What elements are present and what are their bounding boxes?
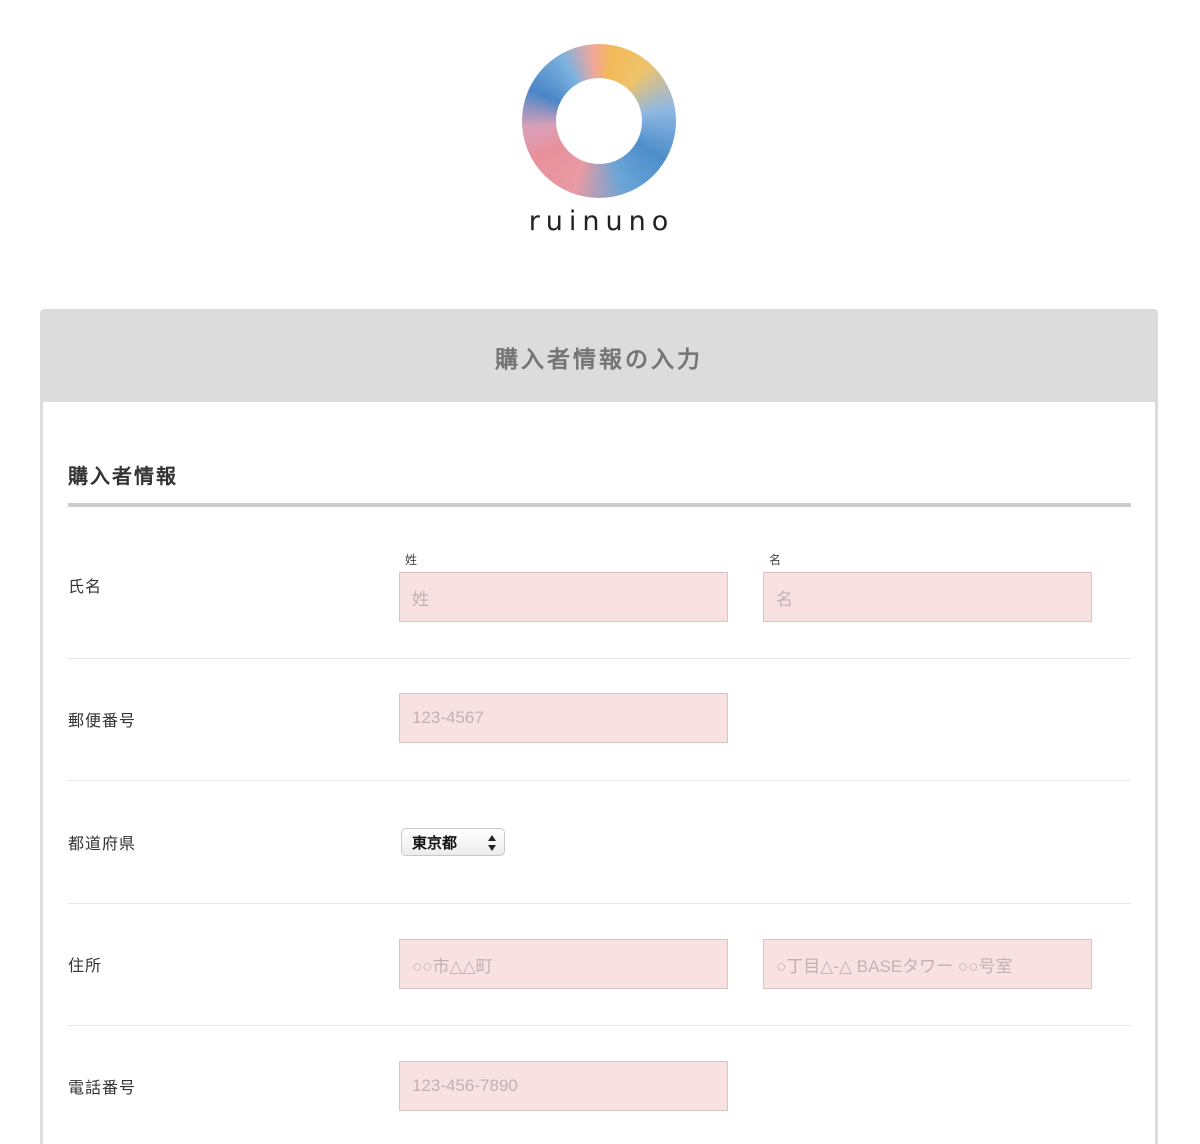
last-name-label: 姓 bbox=[405, 553, 418, 567]
checkout-page: ruinuno 購入者情報の入力 購入者情報 氏名 姓 姓 名 名 郵便番号 1… bbox=[0, 0, 1200, 1144]
phone-input[interactable]: 123-456-7890 bbox=[399, 1061, 728, 1111]
first-name-input[interactable]: 名 bbox=[763, 572, 1092, 622]
first-name-label: 名 bbox=[769, 553, 782, 567]
address-city-input[interactable]: ○○市△△町 bbox=[399, 939, 728, 989]
phone-label: 電話番号 bbox=[68, 1078, 137, 1097]
prefecture-select[interactable]: 東京都 bbox=[401, 828, 505, 856]
select-arrows-icon bbox=[488, 834, 496, 852]
name-label: 氏名 bbox=[68, 577, 103, 596]
watercolor-ring-logo-icon bbox=[522, 44, 676, 198]
name-row: 氏名 姓 姓 名 名 bbox=[68, 507, 1131, 659]
prefecture-label: 都道府県 bbox=[68, 834, 137, 853]
postal-label: 郵便番号 bbox=[68, 711, 137, 730]
phone-row: 電話番号 123-456-7890 bbox=[68, 1026, 1131, 1144]
address-building-input[interactable]: ○丁目△-△ BASEタワー ○○号室 bbox=[763, 939, 1092, 989]
purchaser-form-card: 購入者情報の入力 購入者情報 氏名 姓 姓 名 名 郵便番号 123-4567 … bbox=[40, 309, 1158, 1144]
card-header-title: 購入者情報の入力 bbox=[43, 312, 1155, 402]
postal-row: 郵便番号 123-4567 bbox=[68, 659, 1131, 781]
address-label: 住所 bbox=[68, 956, 103, 975]
brand-name: ruinuno bbox=[528, 206, 675, 237]
section-title: 購入者情報 bbox=[68, 464, 178, 488]
postal-code-input[interactable]: 123-4567 bbox=[399, 693, 728, 743]
address-row: 住所 ○○市△△町 ○丁目△-△ BASEタワー ○○号室 bbox=[68, 904, 1131, 1026]
prefecture-row: 都道府県 東京都 bbox=[68, 781, 1131, 904]
prefecture-selected-value: 東京都 bbox=[412, 833, 458, 852]
last-name-input[interactable]: 姓 bbox=[399, 572, 728, 622]
brand-logo[interactable]: ruinuno bbox=[0, 0, 1200, 260]
